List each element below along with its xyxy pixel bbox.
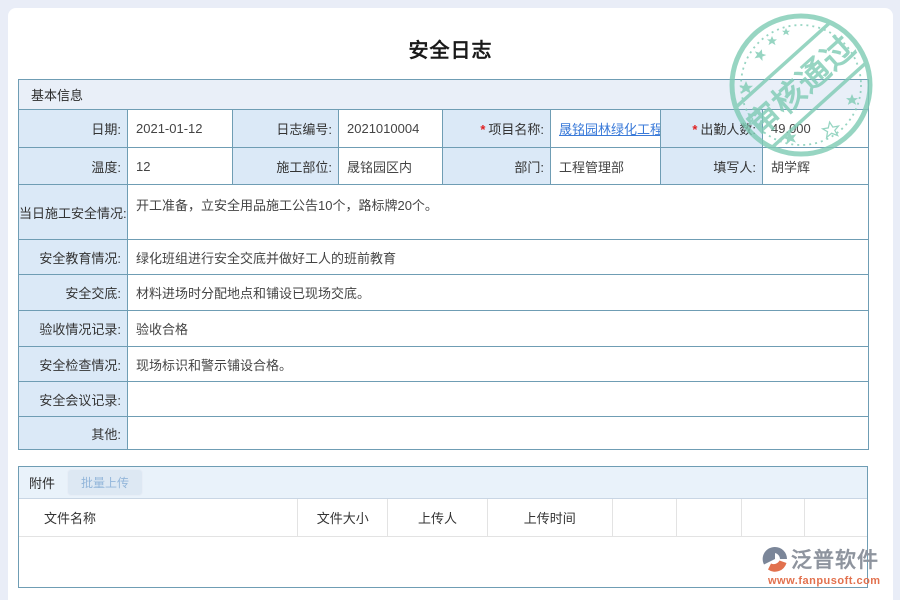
- brand-name: 泛普软件: [791, 544, 879, 574]
- acceptance-record-label: 验收情况记录:: [19, 311, 128, 347]
- content-card: 安全日志 基本信息 日期: 2021-01-12 日志编号: 202101000…: [8, 8, 893, 600]
- column-header-empty: [805, 499, 867, 536]
- safety-disclosure-value: 材料进场时分配地点和铺设已现场交底。: [128, 275, 869, 311]
- basic-info-section-header: 基本信息: [19, 80, 869, 110]
- basic-info-table: 基本信息 日期: 2021-01-12 日志编号: 2021010004 *项目…: [18, 79, 869, 450]
- construction-site-value: 晟铭园区内: [339, 148, 443, 185]
- required-marker: *: [692, 122, 697, 137]
- safety-log-page: 安全日志 基本信息 日期: 2021-01-12 日志编号: 202101000…: [0, 0, 900, 600]
- attachments-empty-row: [19, 537, 867, 587]
- column-header-file-name: 文件名称: [19, 499, 298, 536]
- safety-inspection-value: 现场标识和警示铺设合格。: [128, 347, 869, 382]
- attachments-toolbar: 附件 批量上传: [19, 467, 867, 499]
- column-header-empty: [613, 499, 678, 536]
- page-title: 安全日志: [8, 8, 893, 63]
- safety-disclosure-label: 安全交底:: [19, 275, 128, 311]
- attachments-table-header: 文件名称 文件大小 上传人 上传时间: [19, 499, 867, 537]
- daily-safety-label: 当日施工安全情况:: [19, 185, 128, 240]
- column-header-empty: [742, 499, 805, 536]
- other-label: 其他:: [19, 417, 128, 450]
- attachments-label: 附件: [29, 473, 55, 492]
- safety-education-value: 绿化班组进行安全交底并做好工人的班前教育: [128, 240, 869, 275]
- safety-inspection-label: 安全检查情况:: [19, 347, 128, 382]
- column-header-file-size: 文件大小: [298, 499, 388, 536]
- column-header-empty: [677, 499, 742, 536]
- other-value: [128, 417, 869, 450]
- date-label: 日期:: [19, 110, 128, 148]
- log-number-value: 2021010004: [339, 110, 443, 148]
- attendance-label: *出勤人数:: [661, 110, 763, 148]
- temperature-label: 温度:: [19, 148, 128, 185]
- department-label: 部门:: [443, 148, 551, 185]
- attachments-section: 附件 批量上传 文件名称 文件大小 上传人 上传时间: [18, 466, 868, 588]
- writer-value: 胡学辉: [763, 148, 869, 185]
- writer-label: 填写人:: [661, 148, 763, 185]
- required-marker: *: [480, 122, 485, 137]
- attendance-value: 49.000: [763, 110, 869, 148]
- brand-watermark: 泛普软件 www.fanpusoft.com: [762, 544, 881, 587]
- brand-logo-icon: [762, 546, 788, 572]
- temperature-value: 12: [128, 148, 233, 185]
- log-number-label: 日志编号:: [233, 110, 339, 148]
- project-name-label: *项目名称:: [443, 110, 551, 148]
- construction-site-label: 施工部位:: [233, 148, 339, 185]
- safety-meeting-value: [128, 382, 869, 417]
- department-value: 工程管理部: [551, 148, 661, 185]
- project-name-link[interactable]: 晟铭园林绿化工程: [559, 122, 661, 137]
- date-value: 2021-01-12: [128, 110, 233, 148]
- acceptance-record-value: 验收合格: [128, 311, 869, 347]
- column-header-uploader: 上传人: [388, 499, 488, 536]
- project-name-cell: 晟铭园林绿化工程: [551, 110, 661, 148]
- brand-url: www.fanpusoft.com: [768, 575, 881, 587]
- safety-education-label: 安全教育情况:: [19, 240, 128, 275]
- safety-meeting-label: 安全会议记录:: [19, 382, 128, 417]
- batch-upload-button[interactable]: 批量上传: [67, 469, 143, 496]
- daily-safety-value: 开工准备，立安全用品施工公告10个，路标牌20个。: [128, 185, 869, 240]
- column-header-upload-time: 上传时间: [488, 499, 613, 536]
